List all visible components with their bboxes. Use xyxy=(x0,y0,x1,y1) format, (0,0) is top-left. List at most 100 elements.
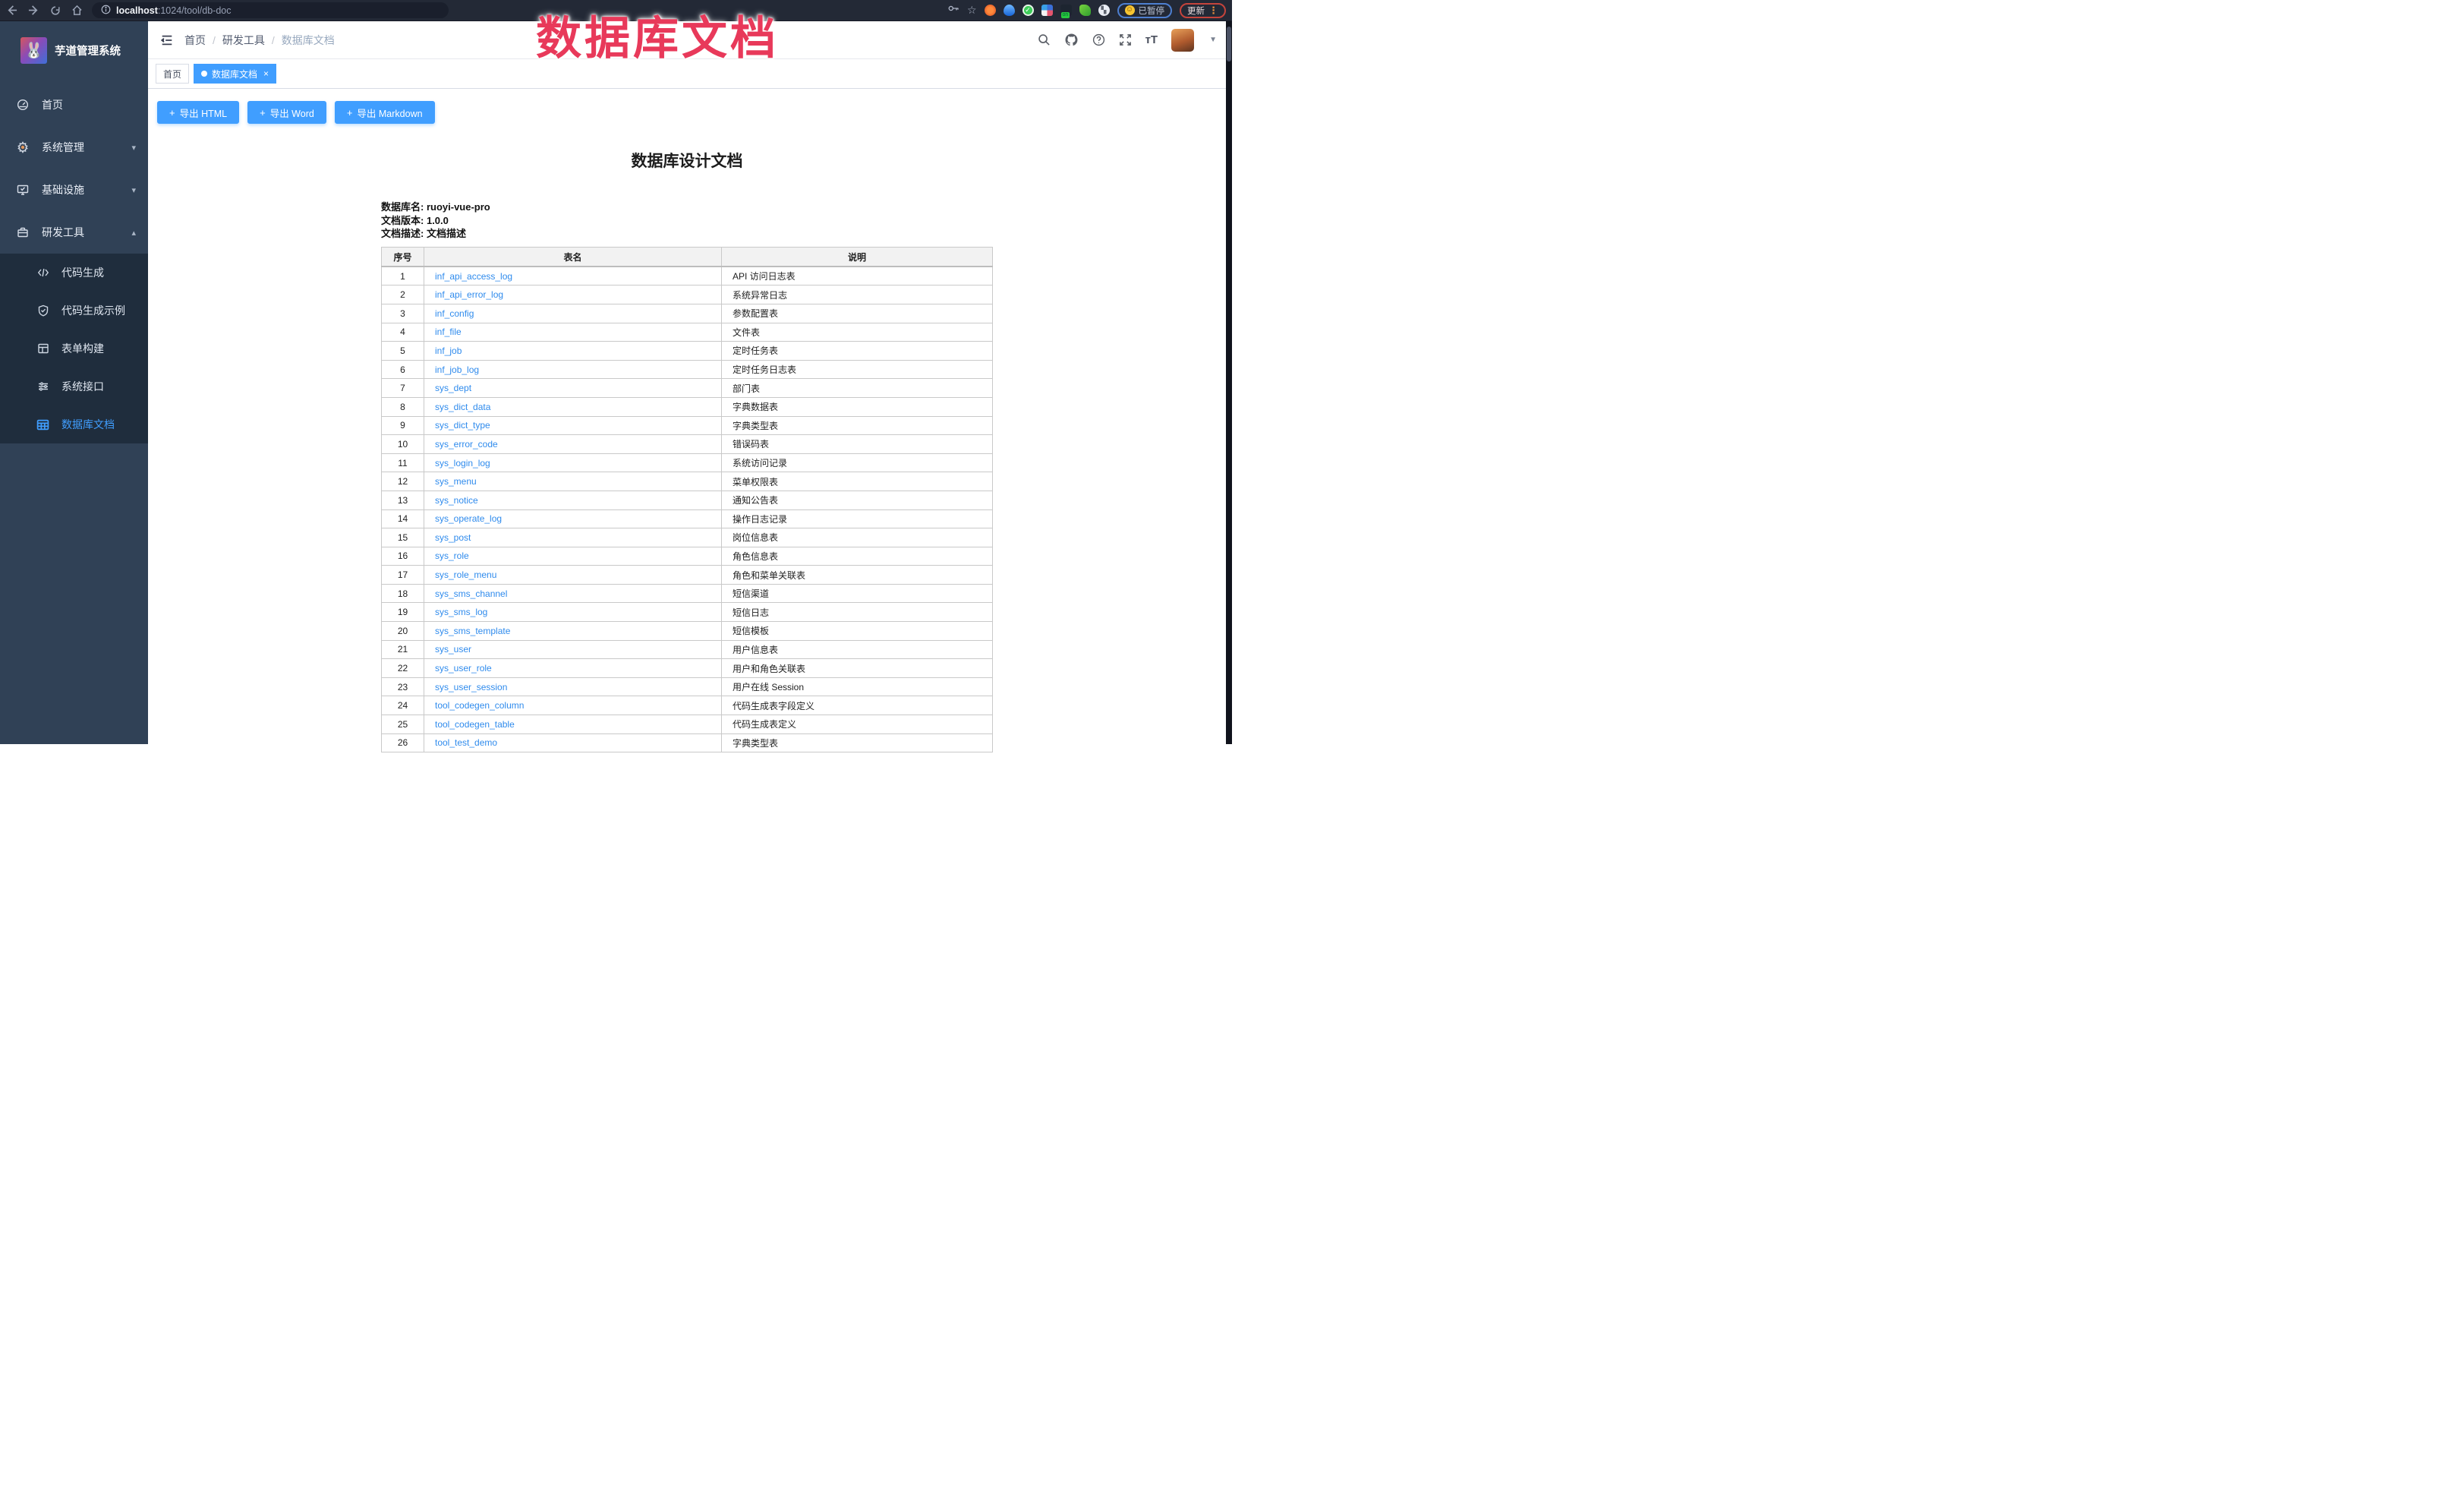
table-name-link[interactable]: inf_api_access_log xyxy=(435,271,512,282)
extension-icon-on-badge[interactable]: on xyxy=(1060,5,1072,16)
export-html-button[interactable]: + 导出 HTML xyxy=(157,101,239,124)
sidebar-subitem-codegen[interactable]: 代码生成 xyxy=(0,254,148,292)
extension-icon-green-check[interactable]: ✓ xyxy=(1022,5,1034,16)
plus-icon: + xyxy=(169,107,175,118)
table-name-link[interactable]: sys_error_code xyxy=(435,439,498,450)
table-name-link[interactable]: sys_user xyxy=(435,644,471,655)
table-row: 16 sys_role 角色信息表 xyxy=(382,547,993,566)
table-name-link[interactable]: sys_role_menu xyxy=(435,569,496,580)
row-number: 4 xyxy=(382,323,424,342)
row-number: 3 xyxy=(382,304,424,323)
home-icon[interactable] xyxy=(71,5,83,16)
page-scrollbar[interactable] xyxy=(1226,21,1232,744)
site-info-icon[interactable] xyxy=(101,5,111,17)
table-name-link[interactable]: inf_config xyxy=(435,308,474,319)
table-name-link[interactable]: sys_dept xyxy=(435,383,471,393)
help-icon[interactable] xyxy=(1092,33,1105,46)
table-name-link[interactable]: inf_api_error_log xyxy=(435,289,503,300)
breadcrumb-devtools[interactable]: 研发工具 xyxy=(222,33,265,48)
table-name-link[interactable]: inf_file xyxy=(435,327,462,337)
tab-close-icon[interactable]: × xyxy=(263,68,269,79)
table-name-link[interactable]: sys_dict_type xyxy=(435,420,490,431)
row-table-name-cell: sys_dept xyxy=(424,379,722,398)
address-bar[interactable]: localhost:1024/tool/db-doc xyxy=(92,2,449,18)
row-description: 字典类型表 xyxy=(722,733,993,752)
scrollbar-thumb[interactable] xyxy=(1227,27,1231,62)
tab-home[interactable]: 首页 xyxy=(156,64,189,84)
app-logo-image: 🐰 xyxy=(20,37,47,64)
profile-paused-chip[interactable]: ☺ 已暂停 xyxy=(1117,3,1173,18)
devtools-submenu: 代码生成 代码生成示例 表单构建 系统接口 数据库文档 xyxy=(0,254,148,443)
row-description: 岗位信息表 xyxy=(722,528,993,547)
table-name-link[interactable]: sys_notice xyxy=(435,495,478,506)
table-name-link[interactable]: inf_job xyxy=(435,345,462,356)
table-name-link[interactable]: sys_operate_log xyxy=(435,513,502,524)
row-number: 14 xyxy=(382,509,424,528)
table-name-link[interactable]: sys_user_session xyxy=(435,682,507,692)
export-word-button[interactable]: + 导出 Word xyxy=(247,101,326,124)
row-description: 短信日志 xyxy=(722,603,993,622)
extension-icon-orange[interactable] xyxy=(985,5,996,16)
extension-icon-blue-drop[interactable] xyxy=(1004,5,1015,16)
tab-db-doc[interactable]: 数据库文档 × xyxy=(194,64,276,84)
row-description: 用户和角色关联表 xyxy=(722,659,993,678)
table-name-link[interactable]: tool_codegen_column xyxy=(435,700,524,711)
table-row: 24 tool_codegen_column 代码生成表字段定义 xyxy=(382,696,993,715)
row-table-name-cell: inf_job xyxy=(424,342,722,361)
sidebar-subitem-codegen-demo[interactable]: 代码生成示例 xyxy=(0,292,148,330)
table-row: 18 sys_sms_channel 短信渠道 xyxy=(382,584,993,603)
forward-icon[interactable] xyxy=(28,5,39,16)
bookmark-star-icon[interactable]: ☆ xyxy=(967,4,977,17)
row-description: 错误码表 xyxy=(722,435,993,454)
reload-icon[interactable] xyxy=(50,5,61,16)
table-name-link[interactable]: tool_test_demo xyxy=(435,737,497,748)
extension-icon-green-leaf[interactable] xyxy=(1079,5,1091,16)
table-name-link[interactable]: sys_sms_log xyxy=(435,607,487,617)
table-name-link[interactable]: sys_login_log xyxy=(435,458,490,468)
export-markdown-button[interactable]: + 导出 Markdown xyxy=(335,101,435,124)
row-table-name-cell: tool_codegen_column xyxy=(424,696,722,715)
sidebar-subitem-label: 表单构建 xyxy=(61,341,104,356)
search-icon[interactable] xyxy=(1038,33,1051,46)
table-name-link[interactable]: tool_codegen_table xyxy=(435,719,515,730)
extensions-puzzle-icon[interactable]: ▚ xyxy=(1098,5,1110,16)
sidebar-subitem-db-doc[interactable]: 数据库文档 xyxy=(0,405,148,443)
table-name-link[interactable]: sys_role xyxy=(435,550,469,561)
sidebar-fold-icon[interactable] xyxy=(160,33,174,47)
table-row: 20 sys_sms_template 短信模板 xyxy=(382,622,993,641)
github-icon[interactable] xyxy=(1064,33,1079,47)
breadcrumb-home[interactable]: 首页 xyxy=(184,33,206,48)
table-name-link[interactable]: sys_sms_channel xyxy=(435,588,507,599)
table-name-link[interactable]: sys_post xyxy=(435,532,471,543)
user-avatar[interactable] xyxy=(1171,29,1194,52)
fullscreen-icon[interactable] xyxy=(1119,33,1132,46)
row-description: 字典数据表 xyxy=(722,397,993,416)
row-number: 20 xyxy=(382,622,424,641)
sidebar-subitem-form-builder[interactable]: 表单构建 xyxy=(0,330,148,368)
sidebar-item-devtools[interactable]: 研发工具 ▴ xyxy=(0,211,148,254)
table-name-link[interactable]: sys_user_role xyxy=(435,663,492,674)
sidebar-item-home[interactable]: 首页 xyxy=(0,84,148,126)
table-name-link[interactable]: sys_sms_template xyxy=(435,626,510,636)
sidebar-subitem-api[interactable]: 系统接口 xyxy=(0,368,148,405)
password-key-icon[interactable] xyxy=(947,2,959,18)
sidebar-item-infrastructure[interactable]: 基础设施 ▾ xyxy=(0,169,148,211)
toolbox-icon xyxy=(16,226,29,238)
table-name-link[interactable]: sys_menu xyxy=(435,476,477,487)
font-size-icon[interactable]: ᴛT xyxy=(1145,33,1158,46)
extension-icon-grid[interactable] xyxy=(1041,5,1053,16)
row-table-name-cell: sys_error_code xyxy=(424,435,722,454)
monitor-check-icon xyxy=(16,184,29,196)
row-number: 8 xyxy=(382,397,424,416)
row-table-name-cell: inf_file xyxy=(424,323,722,342)
back-icon[interactable] xyxy=(6,5,17,16)
row-table-name-cell: sys_dict_data xyxy=(424,397,722,416)
app-logo-row[interactable]: 🐰 芋道管理系统 xyxy=(0,21,148,68)
table-name-link[interactable]: sys_dict_data xyxy=(435,402,490,412)
browser-menu-kebab-icon[interactable]: ⋮ xyxy=(1208,5,1218,17)
table-name-link[interactable]: inf_job_log xyxy=(435,364,479,375)
chrome-update-button[interactable]: 更新 ⋮ xyxy=(1180,3,1226,18)
sidebar-item-system[interactable]: 系统管理 ▾ xyxy=(0,126,148,169)
table-row: 7 sys_dept 部门表 xyxy=(382,379,993,398)
avatar-caret-down-icon[interactable]: ▼ xyxy=(1209,36,1217,44)
